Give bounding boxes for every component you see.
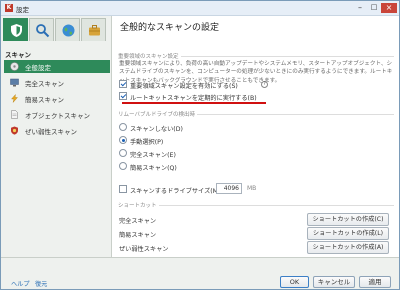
max-drive-size-input[interactable]: 4096 — [216, 183, 242, 194]
shortcut-label-full-scan: 完全スキャン — [119, 218, 157, 225]
minimize-button[interactable]: – — [353, 3, 367, 13]
create-shortcut-quick-scan-button[interactable]: ショートカットの作成(L) — [307, 227, 389, 240]
globe-icon — [62, 24, 75, 37]
create-shortcut-full-scan-button[interactable]: ショートカットの作成(C) — [307, 213, 389, 226]
radio-no-scan[interactable] — [119, 123, 127, 131]
computer-icon — [10, 78, 19, 87]
magnifier-icon — [36, 24, 50, 38]
settings-window: K 設定 – □ × スキャン 全般設定 完全スキャン 簡易スキャン オブジェク… — [0, 0, 400, 290]
tab-protection[interactable] — [3, 18, 28, 41]
sidebar-item-vulnerability-scan[interactable]: ぜい弱性スキャン — [4, 124, 110, 137]
radio-full-scan[interactable] — [119, 149, 127, 157]
footer-bar: ヘルプ 復元 OK キャンセル 適用 — [1, 257, 399, 289]
sidebar-item-full-scan[interactable]: 完全スキャン — [4, 76, 110, 89]
sidebar: スキャン 全般設定 完全スキャン 簡易スキャン オブジェクトスキャン ぜい弱性ス… — [1, 16, 112, 257]
radio-label-manual-select: 手動選択(P) — [130, 139, 164, 146]
radio-manual-select[interactable] — [119, 136, 127, 144]
checkbox-rootkit-scan[interactable] — [119, 92, 127, 100]
checkbox-enable-important-scan[interactable] — [119, 80, 127, 88]
close-button[interactable]: × — [381, 3, 397, 13]
create-shortcut-vulnerability-scan-button[interactable]: ショートカットの作成(A) — [307, 241, 389, 254]
sidebar-item-label: 全般設定 — [25, 64, 51, 72]
shortcut-label-vulnerability-scan: ぜい弱性スキャン — [119, 246, 169, 253]
main-panel: 全般的なスキャンの設定 重要領域のスキャン設定 重要領域スキャンにより、負荷の高… — [113, 16, 399, 257]
file-icon — [11, 110, 18, 119]
sidebar-item-label: ぜい弱性スキャン — [25, 128, 77, 136]
sidebar-item-quick-scan[interactable]: 簡易スキャン — [4, 92, 110, 105]
tab-tools[interactable] — [81, 18, 106, 41]
maximize-button[interactable]: □ — [367, 3, 381, 13]
sidebar-item-label: オブジェクトスキャン — [25, 112, 90, 120]
sidebar-item-label: 完全スキャン — [25, 80, 64, 88]
disc-icon — [10, 62, 19, 71]
cancel-button[interactable]: キャンセル — [313, 276, 355, 288]
ok-button[interactable]: OK — [280, 276, 309, 288]
tab-update[interactable] — [55, 18, 80, 41]
restore-link[interactable]: 復元 — [35, 279, 47, 288]
group-label-important: 重要領域のスキャン設定 — [118, 52, 181, 60]
bolt-icon — [11, 94, 18, 103]
shield-icon — [11, 24, 22, 37]
checkbox-max-drive-size[interactable] — [119, 185, 127, 193]
help-icon[interactable]: ? — [261, 81, 268, 88]
tab-scan[interactable] — [29, 18, 54, 41]
group-divider — [118, 205, 394, 206]
page-title: 全般的なスキャンの設定 — [120, 23, 220, 33]
window-title: 設定 — [16, 6, 29, 14]
title-bar: K 設定 – □ × — [1, 1, 399, 16]
option-label-rootkit-scan: ルートキットスキャンを定期的に実行する(B) — [130, 95, 257, 102]
radio-label-quick-scan: 簡易スキャン(Q) — [130, 165, 177, 172]
group-label-removable: リムーバブルドライブの検出時 — [118, 110, 197, 118]
sidebar-item-label: 簡易スキャン — [25, 96, 64, 104]
max-drive-label: スキャンするドライブサイズ(M)： — [130, 188, 227, 195]
radio-label-no-scan: スキャンしない(D) — [130, 126, 183, 133]
help-link[interactable]: ヘルプ — [11, 279, 30, 288]
sidebar-section-title: スキャン — [5, 51, 31, 59]
highlight-underline — [122, 102, 266, 104]
group-label-shortcut: ショートカット — [118, 201, 159, 209]
sidebar-item-general[interactable]: 全般設定 — [4, 60, 110, 73]
max-drive-unit: MB — [247, 185, 257, 192]
briefcase-icon — [89, 25, 100, 36]
apply-button[interactable]: 適用 — [359, 276, 391, 288]
app-icon: K — [5, 4, 13, 12]
sidebar-item-object-scan[interactable]: オブジェクトスキャン — [4, 108, 110, 121]
shortcut-label-quick-scan: 簡易スキャン — [119, 232, 157, 239]
shield-bug-icon — [11, 126, 18, 135]
radio-quick-scan[interactable] — [119, 162, 127, 170]
option-label-enable-important-scan: 重要領域スキャン設定を有効にする(S) — [130, 83, 238, 90]
radio-label-full-scan: 完全スキャン(E) — [130, 152, 176, 159]
